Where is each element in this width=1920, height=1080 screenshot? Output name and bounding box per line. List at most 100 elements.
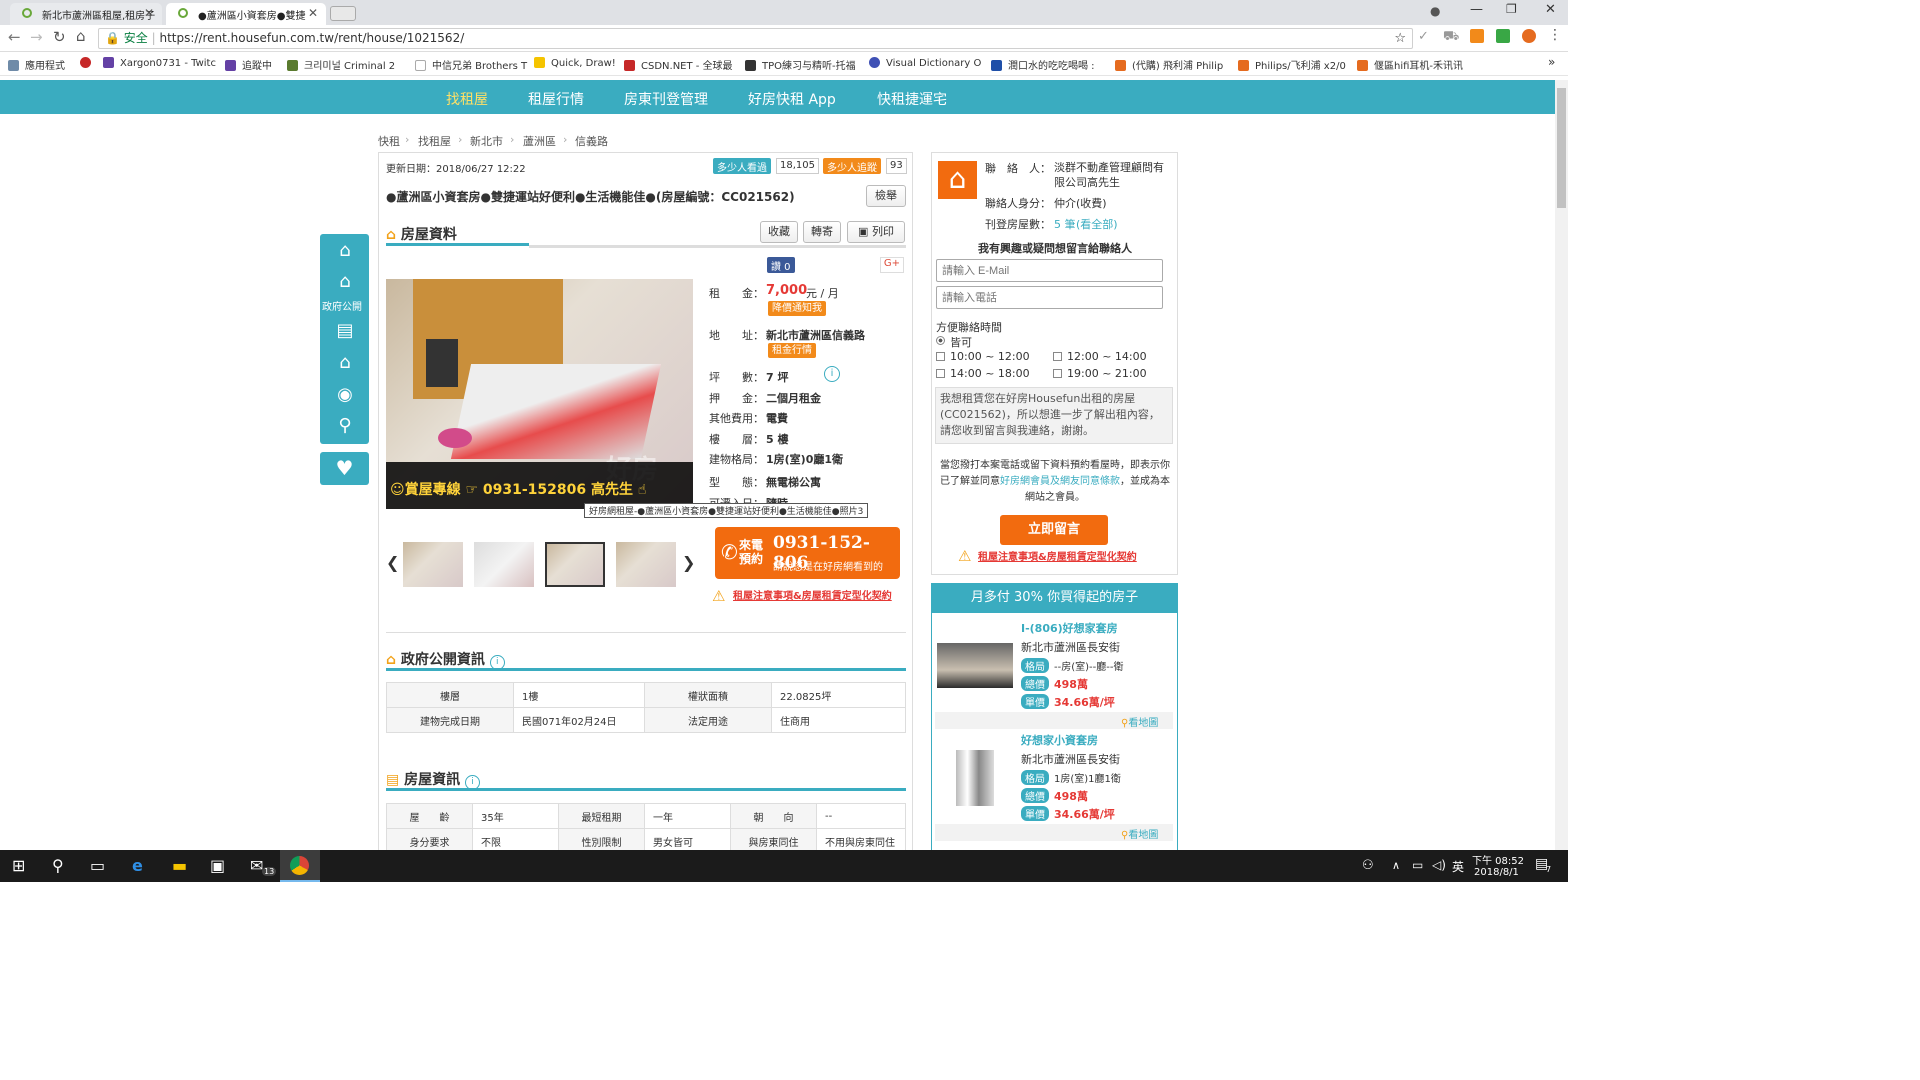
terms-link[interactable]: 好房網會員及網友同意條款 (1000, 476, 1120, 487)
windows-start-icon[interactable]: ⊞ (12, 856, 25, 875)
bookmark[interactable]: Visual Dictionary O (869, 57, 981, 69)
next-photo-icon[interactable]: ❯ (682, 553, 695, 572)
promo-photo[interactable] (937, 643, 1013, 688)
time-checkbox[interactable] (1053, 369, 1062, 378)
bookmark[interactable]: TPO練习与精听-托福 (745, 57, 856, 72)
breadcrumb-item[interactable]: 快租 (378, 133, 400, 149)
time-radio[interactable] (936, 336, 945, 345)
promo-photo[interactable] (956, 750, 994, 806)
photo-thumb[interactable] (474, 542, 534, 587)
nav-rent-market[interactable]: 租屋行情 (528, 89, 584, 109)
call-box[interactable]: ✆ 來電預約 0931-152-806 請說您是在好房網看到的 (715, 527, 900, 579)
reload-icon[interactable]: ↻ (53, 28, 66, 46)
google-plus-icon[interactable]: G+ (880, 257, 904, 273)
map-link[interactable]: ⚲看地圖 (1121, 826, 1158, 841)
breadcrumb-item[interactable]: 新北市 (470, 133, 503, 149)
home-icon[interactable]: ⌂ (334, 271, 356, 293)
price-alert-button[interactable]: 降價通知我 (768, 301, 826, 316)
nav-app[interactable]: 好房快租 App (748, 89, 836, 109)
home-icon[interactable]: ⌂ (76, 27, 86, 45)
facebook-like-button[interactable]: 讚 0 (767, 257, 795, 273)
check-icon[interactable]: ✓ (1418, 29, 1429, 44)
close-window-icon[interactable]: ✕ (1545, 2, 1556, 17)
chevron-up-icon[interactable]: ∧ (1392, 859, 1400, 872)
bookmark[interactable]: 中信兄弟 Brothers T (415, 57, 527, 72)
photo-thumb[interactable] (403, 542, 463, 587)
map-link[interactable]: ⚲看地圖 (1121, 714, 1158, 729)
forward-button[interactable]: 轉寄 (803, 221, 841, 243)
file-explorer-icon[interactable]: ▬ (172, 856, 187, 875)
promo-title[interactable]: I-(806)好想家套房 (1021, 620, 1118, 636)
forward-icon[interactable]: → (30, 28, 43, 46)
bookmark[interactable]: Quick, Draw! (534, 57, 616, 69)
task-view-icon[interactable]: ▭ (90, 856, 105, 875)
new-tab-button[interactable] (330, 6, 356, 21)
photo-thumb-selected[interactable] (545, 542, 605, 587)
bookmark[interactable]: Philips/飞利浦 x2/0 (1238, 57, 1346, 72)
close-tab-icon[interactable]: ✕ (144, 6, 154, 20)
breadcrumb-item[interactable]: 蘆洲區 (523, 133, 556, 149)
bookmark[interactable]: (代購) 飛利浦 Philip (1115, 57, 1223, 72)
email-field[interactable] (936, 259, 1163, 282)
breadcrumb-item[interactable]: 找租屋 (418, 133, 451, 149)
clock-date[interactable]: 2018/8/1 (1474, 867, 1519, 878)
bookmark[interactable]: 追蹤中 (225, 57, 272, 72)
clock-time[interactable]: 下午 08:52 (1472, 852, 1524, 867)
prev-photo-icon[interactable]: ❮ (386, 553, 399, 572)
people-icon[interactable]: ⚇ (1362, 858, 1374, 873)
breadcrumb-item[interactable]: 信義路 (575, 133, 608, 149)
map-pin-icon[interactable]: ⚲ (334, 415, 356, 437)
nav-landlord[interactable]: 房東刊登管理 (624, 89, 708, 109)
promo-title[interactable]: 好想家小資套房 (1021, 732, 1098, 748)
browser-tab-active[interactable]: ●蘆洲區小資套房●雙捷 ✕ (166, 3, 326, 25)
rent-market-button[interactable]: 租金行情 (768, 343, 816, 358)
extension-icon[interactable] (1470, 29, 1484, 43)
rental-notice-link[interactable]: 租屋注意事項&房屋租賃定型化契約 (733, 587, 892, 602)
favorite-button[interactable]: 收藏 (760, 221, 798, 243)
close-tab-icon[interactable]: ✕ (308, 6, 318, 20)
network-icon[interactable]: ▭ (1412, 858, 1423, 872)
bookmark[interactable]: 潤口水的吃吃喝喝 : (991, 57, 1095, 72)
camera-icon[interactable]: ◉ (334, 384, 356, 406)
bookmark-apps[interactable]: 應用程式 (8, 57, 65, 72)
message-textarea[interactable]: 我想租賃您在好房Housefun出租的房屋(CC021562)，所以想進一步了解… (935, 387, 1173, 444)
extension-icon[interactable] (1496, 29, 1510, 43)
submit-message-button[interactable]: 立即留言 (1000, 515, 1108, 545)
bookmark[interactable] (80, 57, 97, 69)
cart-icon[interactable]: ⛟ (1443, 29, 1459, 46)
browser-tab[interactable]: 新北市蘆洲區租屋,租房子 ✕ (10, 3, 162, 25)
report-button[interactable]: 檢舉 (866, 185, 906, 207)
time-checkbox[interactable] (936, 352, 945, 361)
favorite-heart-icon[interactable]: ♥ (320, 452, 369, 485)
nav-find-rent[interactable]: 找租屋 (446, 89, 488, 109)
ime-icon[interactable]: 英 (1452, 858, 1464, 875)
more-bookmarks-icon[interactable]: » (1548, 55, 1555, 69)
nav-mrt[interactable]: 快租捷運宅 (877, 89, 947, 109)
info-icon[interactable]: i (489, 655, 505, 670)
url-bar[interactable]: 🔒 安全 | https://rent.housefun.com.tw/rent… (98, 28, 1413, 49)
print-button[interactable]: ▣ 列印 (847, 221, 905, 243)
volume-icon[interactable]: ◁) (1432, 858, 1446, 872)
maximize-icon[interactable]: ❐ (1506, 2, 1517, 16)
view-all-link[interactable]: (看全部) (1076, 216, 1118, 232)
scrollbar-thumb[interactable] (1557, 88, 1566, 208)
house-icon[interactable]: ⌂ (334, 352, 356, 374)
back-icon[interactable]: ← (8, 28, 21, 46)
chrome-taskbar-button[interactable] (280, 850, 320, 882)
profile-icon[interactable]: ● (1430, 4, 1440, 18)
bookmark[interactable]: Xargon0731 - Twitc (103, 57, 216, 69)
bookmark[interactable]: 크리미널 Criminal 2 (287, 57, 395, 72)
page-scrollbar[interactable] (1555, 80, 1568, 850)
bookmark[interactable]: CSDN.NET - 全球最 (624, 57, 733, 72)
menu-icon[interactable]: ⋮ (1548, 27, 1562, 43)
photo-thumb[interactable] (616, 542, 676, 587)
bookmark[interactable]: 偃區hifi耳机-禾讯讯 (1357, 57, 1463, 72)
time-checkbox[interactable] (936, 369, 945, 378)
document-icon[interactable]: ▤ (334, 320, 356, 342)
search-icon[interactable]: ⚲ (52, 856, 64, 875)
contact-notice-link[interactable]: 租屋注意事項&房屋租賃定型化契約 (978, 548, 1137, 563)
home-icon[interactable]: ⌂ (334, 240, 356, 262)
extension-icon[interactable] (1522, 29, 1536, 43)
edge-icon[interactable]: e (132, 856, 143, 875)
main-photo[interactable]: 好房 ☺賞屋專線 ☞ 0931-152806 高先生 ☝ (386, 279, 693, 509)
